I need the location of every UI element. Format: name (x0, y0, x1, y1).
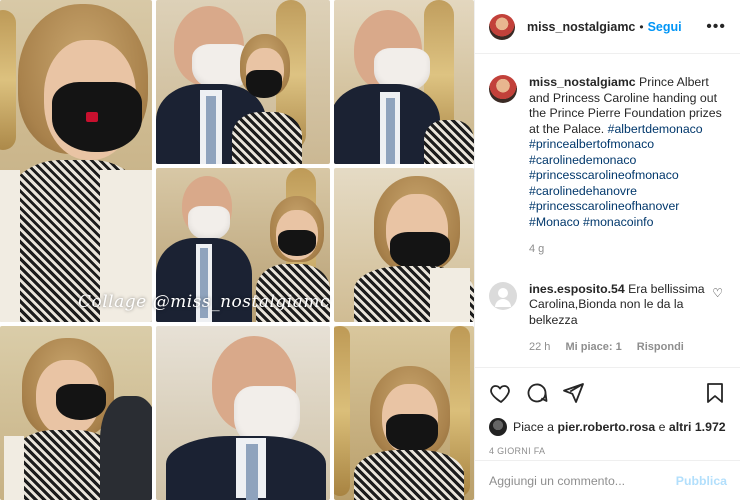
liker-avatar[interactable] (489, 418, 507, 436)
bookmark-icon[interactable] (703, 381, 727, 405)
likes-middle: e (658, 420, 666, 434)
comment-username[interactable]: ines.esposito.54 (529, 282, 625, 296)
comment-input[interactable] (489, 473, 676, 488)
caption-body: miss_nostalgiamc Prince Albert and Princ… (529, 75, 727, 258)
post-actions: Piace a pier.roberto.rosa e altri 1.972 … (475, 367, 740, 456)
hashtag-link[interactable]: #princealbertofmonaco (529, 137, 727, 153)
likes-prefix: Piace a (513, 420, 555, 434)
collage-photo-5 (334, 168, 474, 322)
post-header: miss_nostalgiamc • Segui ••• (475, 0, 740, 54)
hashtag-link[interactable]: #albertdemonaco (608, 122, 703, 136)
liker-username[interactable]: pier.roberto.rosa (557, 420, 655, 434)
comment-body: ines.esposito.54 Era bellissima Carolina… (529, 282, 709, 356)
follow-button[interactable]: Segui (648, 20, 682, 34)
comment-time[interactable]: 22 h (529, 341, 550, 353)
comments-list[interactable]: miss_nostalgiamc Prince Albert and Princ… (475, 55, 740, 367)
more-options-icon[interactable]: ••• (706, 18, 726, 36)
commenter-avatar[interactable] (489, 281, 517, 310)
caption-time[interactable]: 4 g (529, 242, 727, 258)
post-date[interactable]: 4 GIORNI FA (489, 446, 727, 456)
comment-like-heart-icon[interactable]: ♡ (712, 286, 723, 300)
collage-photo-2 (156, 0, 330, 164)
comment-icon[interactable] (525, 381, 549, 405)
collage-watermark: Collage @miss_nostalgiamc (78, 292, 331, 312)
collage-photo-1 (0, 0, 152, 322)
hashtag-link[interactable]: #carolinedehanovre (529, 184, 727, 200)
heart-icon[interactable] (489, 381, 513, 405)
caption-username[interactable]: miss_nostalgiamc (529, 75, 636, 89)
likes-summary: Piace a pier.roberto.rosa e altri 1.972 (489, 418, 727, 436)
paper-plane-icon[interactable] (561, 381, 585, 405)
action-icons (489, 380, 727, 406)
collage-photo-6 (0, 326, 152, 500)
likes-count[interactable]: altri 1.972 (669, 420, 726, 434)
collage-photo-7 (156, 326, 330, 500)
publish-button[interactable]: Pubblica (676, 474, 727, 488)
post-sidebar: miss_nostalgiamc • Segui ••• miss_nostal… (474, 0, 740, 500)
caption-avatar[interactable] (489, 75, 517, 103)
collage-photo-8 (334, 326, 474, 500)
comment-likes-count[interactable]: Mi piace: 1 (565, 341, 621, 353)
author-username[interactable]: miss_nostalgiamc (527, 20, 635, 34)
post-media[interactable]: Collage @miss_nostalgiamc (0, 0, 474, 500)
add-comment-bar: Pubblica (475, 460, 740, 500)
comment-meta: 22 h Mi piace: 1 Rispondi (529, 340, 709, 356)
hashtag-link[interactable]: #monacoinfo (583, 215, 653, 229)
hashtag-link[interactable]: #Monaco (529, 215, 580, 229)
collage-photo-3 (334, 0, 474, 164)
hashtag-link[interactable]: #carolinedemonaco (529, 153, 727, 169)
reply-button[interactable]: Rispondi (637, 341, 684, 353)
header-separator: • (639, 19, 644, 34)
hashtag-link[interactable]: #princesscarolineofhanover (529, 199, 727, 215)
caption: miss_nostalgiamc Prince Albert and Princ… (489, 75, 727, 258)
author-avatar[interactable] (489, 13, 515, 40)
hashtag-link[interactable]: #princesscarolineofmonaco (529, 168, 727, 184)
comment-item: ines.esposito.54 Era bellissima Carolina… (489, 281, 727, 356)
